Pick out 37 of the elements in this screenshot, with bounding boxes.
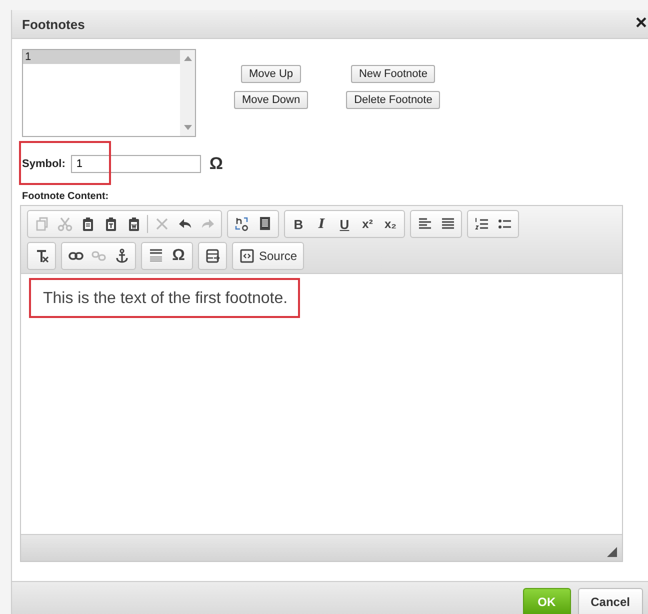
dialog-button[interactable]: Delete Footnote xyxy=(346,91,440,109)
bold-button[interactable]: B xyxy=(287,212,310,236)
horizontal-rule-icon xyxy=(148,248,164,264)
up-arrow-icon xyxy=(184,55,192,61)
source-icon xyxy=(239,248,255,264)
template-icon xyxy=(204,248,220,264)
dialog-button[interactable]: Move Down xyxy=(234,91,308,109)
footnote-list[interactable]: 1 xyxy=(22,49,196,137)
dialog-title: Footnotes xyxy=(22,16,85,32)
special-character-button[interactable]: Ω xyxy=(167,244,190,268)
underline-button[interactable]: U xyxy=(333,212,356,236)
dialog-button[interactable]: Move Up xyxy=(241,65,302,83)
cancel-button[interactable]: Cancel xyxy=(578,588,643,614)
unlink-icon xyxy=(90,248,106,264)
find-replace-icon xyxy=(234,216,250,232)
scrollbar[interactable] xyxy=(180,50,195,136)
dialog-button[interactable]: New Footnote xyxy=(350,65,436,83)
down-arrow-icon xyxy=(184,125,192,131)
source-button[interactable]: Source xyxy=(235,244,302,268)
content-label: Footnote Content: xyxy=(22,191,110,202)
anchor-icon xyxy=(114,248,130,264)
subscript-button[interactable]: x₂ xyxy=(379,212,402,236)
footnote-text: This is the text of the first footnote. xyxy=(42,290,289,308)
close-button[interactable]: × xyxy=(633,13,648,35)
list-item[interactable]: 1 xyxy=(23,50,180,64)
superscript-button[interactable]: x² xyxy=(356,212,379,236)
copy-icon xyxy=(34,216,50,232)
special-character-button[interactable]: Ω xyxy=(207,154,226,174)
numbered-list-icon xyxy=(474,216,490,232)
resize-handle-icon[interactable] xyxy=(607,547,617,557)
symbol-field[interactable]: 1 xyxy=(71,155,202,173)
italic-button[interactable]: I xyxy=(310,212,333,236)
justify-icon xyxy=(440,216,456,232)
scissors-icon xyxy=(56,216,72,232)
align-left-icon xyxy=(416,216,432,232)
symbol-label: Symbol: xyxy=(22,158,66,170)
cross-icon xyxy=(154,216,170,232)
